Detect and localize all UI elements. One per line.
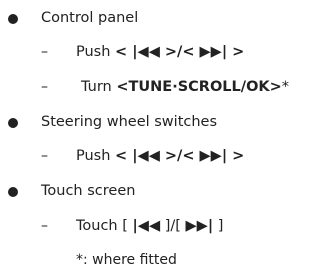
bullet-icon [8, 14, 18, 24]
dash-icon: – [41, 148, 48, 164]
bullet-icon [8, 187, 18, 197]
bullet-icon [8, 118, 18, 128]
instruction-turn-tune-scroll: Turn <TUNE·SCROLL/OK>* [81, 79, 290, 95]
section-heading-control-panel: Control panel [41, 10, 139, 26]
dash-icon: – [41, 44, 48, 60]
instruction-push-control-panel: Push < |◀◀ >/< ▶▶| > [76, 44, 245, 60]
footnote: *: where fitted [76, 252, 177, 268]
section-heading-touch-screen: Touch screen [41, 183, 136, 199]
instruction-touch-screen: Touch [ |◀◀ ]/[ ▶▶| ] [76, 218, 224, 234]
instruction-push-steering: Push < |◀◀ >/< ▶▶| > [76, 148, 245, 164]
dash-icon: – [41, 79, 48, 95]
dash-icon: – [41, 218, 48, 234]
section-heading-steering-wheel: Steering wheel switches [41, 114, 218, 130]
